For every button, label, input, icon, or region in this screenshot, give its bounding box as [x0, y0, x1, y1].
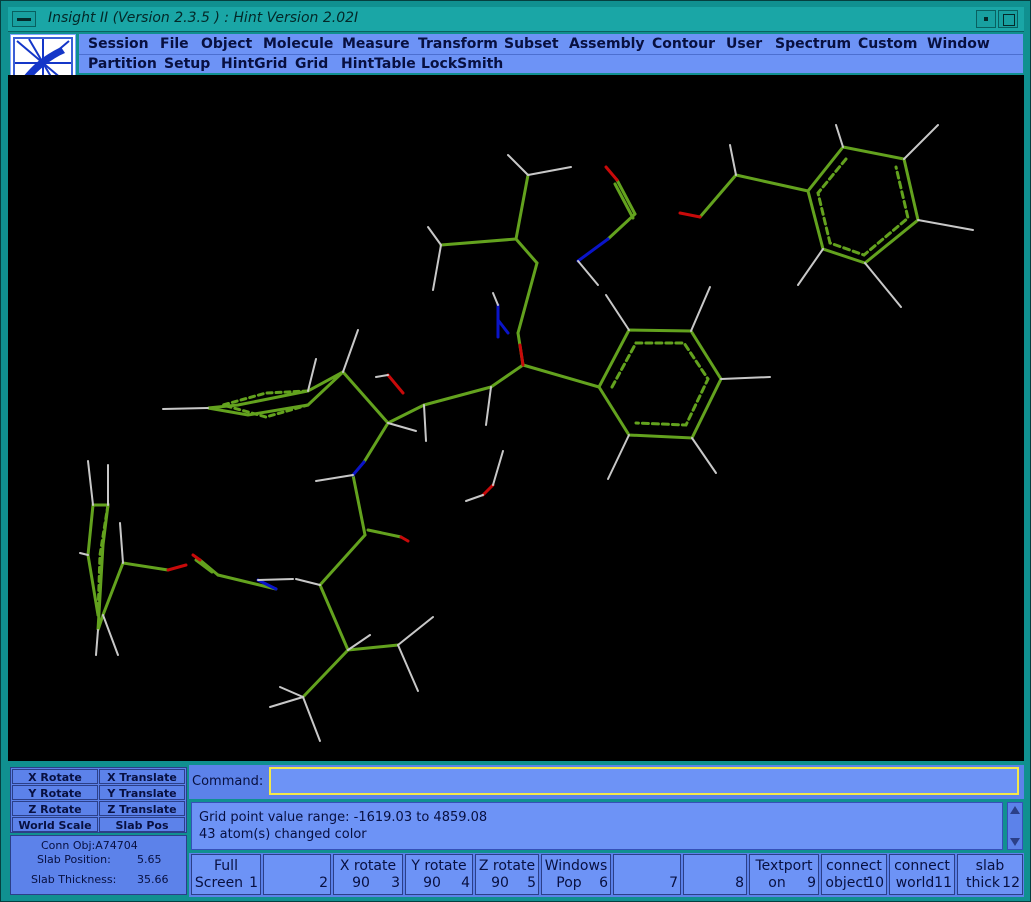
fkey-number: 9: [807, 875, 816, 891]
menu-transform[interactable]: Transform: [418, 34, 498, 54]
x-rotate-dial[interactable]: X Rotate: [12, 769, 98, 784]
fkey-number: 2: [319, 875, 328, 891]
fkey-label: Windows: [544, 858, 608, 874]
slab-thickness-label: Slab Thickness:: [31, 873, 117, 886]
command-input[interactable]: [269, 767, 1019, 795]
conn-obj-text: Conn Obj:A74704: [41, 839, 138, 852]
fkey-1-full-screen[interactable]: Full Screen 1: [191, 854, 261, 895]
menu-custom[interactable]: Custom: [858, 34, 917, 54]
fkey-5-z-rotate[interactable]: Z rotate 90 5: [475, 854, 539, 895]
fkey-number: 7: [669, 875, 678, 891]
fkey-7[interactable]: 7: [613, 854, 681, 895]
module-menu-bar: Partition Setup HintGrid Grid HintTable …: [79, 55, 1023, 73]
fkey-number: 8: [735, 875, 744, 891]
menu-measure[interactable]: Measure: [342, 34, 410, 54]
fkey-label: 90: [352, 875, 370, 891]
menu-file[interactable]: File: [160, 34, 189, 54]
main-menu-bar: Session File Object Molecule Measure Tra…: [79, 34, 1023, 55]
fkey-label: Textport: [755, 858, 813, 874]
fkey-number: 4: [461, 875, 470, 891]
fkey-label: thick: [965, 875, 1001, 891]
fkey-9-textport[interactable]: Textport on 9: [749, 854, 819, 895]
fkey-label: connect: [894, 858, 950, 874]
menu-object[interactable]: Object: [201, 34, 252, 54]
fkey-label: Screen: [194, 875, 244, 891]
maximize-button[interactable]: [998, 10, 1018, 28]
fkey-label: Y rotate: [411, 858, 467, 874]
y-translate-dial[interactable]: Y Translate: [99, 785, 185, 800]
slab-position-label: Slab Position:: [37, 853, 111, 866]
fkey-10-connect-object[interactable]: connect object 10: [821, 854, 887, 895]
menu-molecule[interactable]: Molecule: [263, 34, 333, 54]
x-translate-dial[interactable]: X Translate: [99, 769, 185, 784]
fkey-11-connect-world[interactable]: connect world 11: [889, 854, 955, 895]
fkey-label: connect: [826, 858, 882, 874]
fkey-2[interactable]: 2: [263, 854, 331, 895]
slab-position-value: 5.65: [137, 853, 162, 866]
fkey-number: 3: [391, 875, 400, 891]
fkey-label: world: [895, 875, 935, 891]
menu-partition[interactable]: Partition: [88, 55, 157, 73]
fkey-label: Full: [214, 858, 238, 874]
menu-grid[interactable]: Grid: [295, 55, 328, 73]
command-label: Command:: [192, 774, 264, 789]
menu-session[interactable]: Session: [88, 34, 149, 54]
fkey-number: 5: [527, 875, 536, 891]
window-menu-button[interactable]: [12, 11, 36, 27]
message-log: Grid point value range: -1619.03 to 4859…: [191, 802, 1003, 850]
scroll-down-icon[interactable]: [1010, 838, 1020, 846]
fkey-label: 90: [491, 875, 509, 891]
status-panel: Conn Obj:A74704 Slab Position: 5.65 Slab…: [10, 835, 187, 895]
fkey-number: 11: [934, 875, 952, 891]
app-frame: Insight II (Version 2.3.5 ) : Hint Versi…: [0, 0, 1031, 902]
molecule-viewport[interactable]: [8, 75, 1024, 761]
fkey-label: object: [825, 875, 869, 891]
y-rotate-dial[interactable]: Y Rotate: [12, 785, 98, 800]
fkey-label: 90: [423, 875, 441, 891]
fkey-4-y-rotate[interactable]: Y rotate 90 4: [405, 854, 473, 895]
fkey-label: on: [768, 875, 786, 891]
menu-locksmith[interactable]: LockSmith: [421, 55, 503, 73]
z-rotate-dial[interactable]: Z Rotate: [12, 801, 98, 816]
fkey-label: Z rotate: [478, 858, 536, 874]
message-line: Grid point value range: -1619.03 to 4859…: [199, 810, 488, 825]
function-key-bar: Full Screen 1 2 X rotate 90 3 Y rotate 90 4 Z …: [189, 853, 1024, 897]
menu-spectrum[interactable]: Spectrum: [775, 34, 851, 54]
fkey-number: 1: [249, 875, 258, 891]
fkey-number: 12: [1002, 875, 1020, 891]
scroll-up-icon[interactable]: [1010, 806, 1020, 814]
window-title: Insight II (Version 2.3.5 ) : Hint Versi…: [48, 10, 359, 26]
z-translate-dial[interactable]: Z Translate: [99, 801, 185, 816]
slab-pos-dial[interactable]: Slab Pos: [99, 817, 185, 832]
minimize-button[interactable]: [976, 10, 996, 28]
command-bar: Command:: [189, 765, 1024, 799]
fkey-3-x-rotate[interactable]: X rotate 90 3: [333, 854, 403, 895]
fkey-label: Pop: [556, 875, 582, 891]
menu-setup[interactable]: Setup: [164, 55, 210, 73]
fkey-number: 6: [599, 875, 608, 891]
fkey-6-windows-pop[interactable]: Windows Pop 6: [541, 854, 611, 895]
menu-subset[interactable]: Subset: [504, 34, 559, 54]
menu-user[interactable]: User: [726, 34, 762, 54]
message-scrollbar[interactable]: [1007, 802, 1023, 850]
fkey-12-slab-thick[interactable]: slab thick 12: [957, 854, 1023, 895]
menu-hintgrid[interactable]: HintGrid: [221, 55, 287, 73]
slab-thickness-value: 35.66: [137, 873, 169, 886]
menu-contour[interactable]: Contour: [652, 34, 715, 54]
message-line: 43 atom(s) changed color: [199, 827, 367, 842]
molecule-structure: [79, 124, 974, 742]
world-scale-dial[interactable]: World Scale: [12, 817, 98, 832]
menu-assembly[interactable]: Assembly: [569, 34, 645, 54]
fkey-8[interactable]: 8: [683, 854, 747, 895]
dial-controls: X Rotate X Translate Y Rotate Y Translat…: [10, 767, 187, 833]
menu-hinttable[interactable]: HintTable: [341, 55, 416, 73]
menu-window[interactable]: Window: [927, 34, 990, 54]
fkey-number: 10: [866, 875, 884, 891]
fkey-label: slab: [975, 858, 1005, 874]
title-bar[interactable]: Insight II (Version 2.3.5 ) : Hint Versi…: [8, 7, 1024, 32]
fkey-label: X rotate: [339, 858, 397, 874]
